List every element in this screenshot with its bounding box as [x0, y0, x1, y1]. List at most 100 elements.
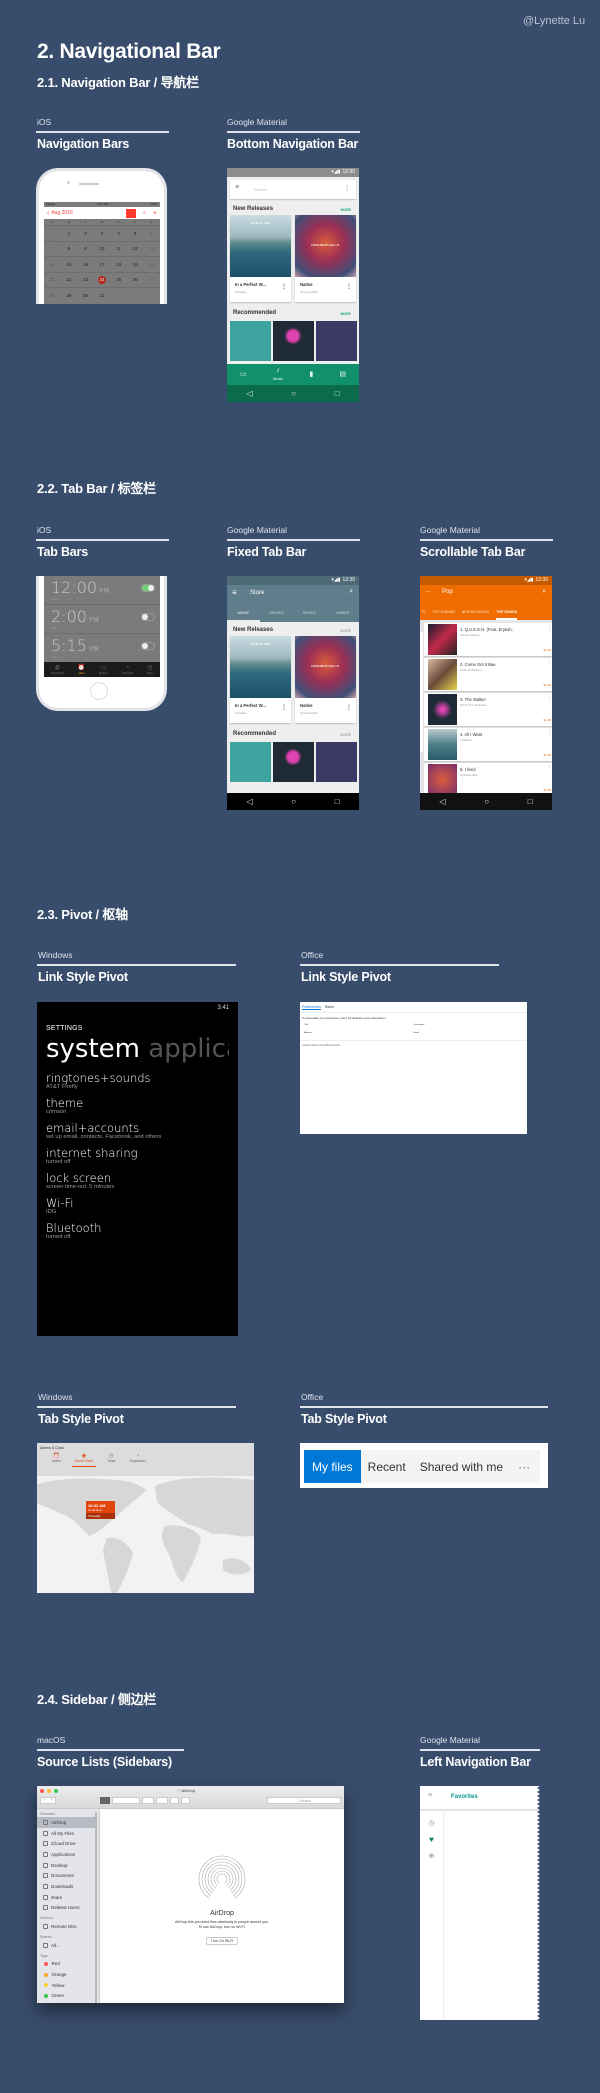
tab-recent[interactable]: Recent: [361, 1450, 413, 1483]
pivot-tab[interactable]: ⏰ Alarm: [49, 1453, 64, 1467]
bottom-nav-item[interactable]: ♪ Music: [273, 367, 283, 382]
sidebar-item[interactable]: All My Files: [37, 1828, 99, 1839]
inbox-icon[interactable]: [126, 208, 137, 218]
tab-my-files[interactable]: My files: [304, 1450, 361, 1483]
more-link[interactable]: MORE: [341, 733, 352, 737]
sidebar-scrollbar[interactable]: [95, 1812, 97, 2003]
alarm-toggle[interactable]: [141, 584, 155, 592]
calendar-day[interactable]: 6: [143, 231, 160, 236]
recents-icon[interactable]: □: [528, 797, 533, 806]
icon-view-button[interactable]: [100, 1797, 110, 1804]
overflow-menu-icon[interactable]: ⋮: [281, 283, 287, 290]
turn-on-wifi-button[interactable]: Turn On Wi-Fi: [205, 1937, 239, 1945]
calendar-day[interactable]: 27: [143, 277, 160, 282]
calendar-day[interactable]: 12: [127, 246, 144, 251]
calendar-day[interactable]: 14: [44, 262, 61, 267]
tab-movies[interactable]: MOVIES: [260, 607, 293, 622]
home-icon[interactable]: ○: [291, 389, 296, 398]
history-icon[interactable]: ◷: [420, 1819, 443, 1827]
pivot-item-active[interactable]: system: [46, 1034, 140, 1064]
home-button[interactable]: [90, 682, 108, 700]
overflow-menu-icon[interactable]: ⋮: [547, 765, 552, 771]
tab-games[interactable]: GAMES: [326, 607, 359, 622]
search-icon[interactable]: ⌕: [349, 588, 353, 596]
sidebar-item[interactable]: Deleted Users: [37, 1903, 99, 1914]
recents-icon[interactable]: □: [335, 797, 340, 806]
pivot-link-roles[interactable]: Roles: [325, 1005, 334, 1009]
calendar-day[interactable]: 26: [127, 277, 144, 282]
calendar-day[interactable]: 18: [110, 262, 127, 267]
pivot-tab[interactable]: ◉ World Clock: [71, 1453, 97, 1467]
calendar-day[interactable]: 23: [77, 277, 94, 282]
sidebar-item[interactable]: Green: [37, 1991, 99, 2002]
alarm-toggle[interactable]: [141, 642, 155, 650]
sidebar-item[interactable]: Downloads: [37, 1881, 99, 1892]
add-icon[interactable]: +: [153, 210, 157, 217]
search-icon[interactable]: ⌕: [143, 210, 146, 216]
tab-bar-item[interactable]: ◷ Timer: [147, 665, 153, 675]
overflow-menu-icon[interactable]: ⋮: [547, 625, 552, 631]
calendar-day[interactable]: 19: [127, 262, 144, 267]
arrange-button[interactable]: [142, 1797, 154, 1804]
sidebar-item[interactable]: Desktop: [37, 1860, 99, 1871]
bottom-nav-item[interactable]: ▤: [339, 371, 346, 378]
more-link[interactable]: MORE: [341, 629, 352, 633]
sidebar-item[interactable]: Yellow: [37, 1980, 99, 1991]
song-list-item[interactable]: 4. All I Want Kodaline $1.29 ⋮: [424, 728, 552, 761]
settings-item[interactable]: lock screen screen time-out: 5 minutes: [46, 1172, 229, 1191]
back-chevron-icon[interactable]: ‹: [47, 210, 49, 217]
calendar-day[interactable]: 16: [77, 262, 94, 267]
back-icon[interactable]: ◁: [246, 797, 252, 806]
zoom-button[interactable]: [54, 1789, 58, 1793]
song-list-item[interactable]: 5. I lived OneRepublic $1.29 ⋮: [424, 763, 552, 796]
recommended-album-cover[interactable]: [230, 742, 271, 782]
overflow-menu-icon[interactable]: ⋮: [346, 283, 352, 290]
album-card[interactable]: KODALINE In a Perfect W... Kodaline ⋮: [230, 636, 291, 723]
settings-item[interactable]: theme crimson: [46, 1097, 229, 1116]
search-icon[interactable]: ⌕: [542, 588, 546, 596]
close-button[interactable]: [40, 1789, 44, 1793]
home-icon[interactable]: ○: [484, 797, 489, 806]
home-icon[interactable]: ○: [291, 797, 296, 806]
calendar-day[interactable]: 28: [44, 293, 61, 298]
calendar-day[interactable]: 5: [127, 231, 144, 236]
calendar-day[interactable]: 1: [61, 231, 78, 236]
tab-bar-item[interactable]: ⏰ Alarm: [78, 665, 85, 675]
sidebar-item[interactable]: Remote Disc: [37, 1921, 99, 1932]
tab-item[interactable]: TS: [421, 606, 425, 620]
sidebar-item[interactable]: Documents: [37, 1870, 99, 1881]
sidebar-item[interactable]: share: [37, 1892, 99, 1903]
back-forward-buttons[interactable]: ‹ ›: [40, 1797, 56, 1804]
share-icon[interactable]: [170, 1797, 179, 1804]
overflow-menu-icon[interactable]: ⋮: [547, 660, 552, 666]
tag-icon[interactable]: [181, 1797, 190, 1804]
calendar-day[interactable]: 13: [143, 246, 160, 251]
calendar-day[interactable]: 29: [61, 293, 78, 298]
sidebar-item[interactable]: AirDrop: [37, 1817, 95, 1828]
alarm-toggle[interactable]: [141, 613, 155, 621]
sidebar-item[interactable]: Orange: [37, 1969, 99, 1980]
tab-item[interactable]: NEW RELEASES: [462, 606, 490, 620]
album-card[interactable]: KODALINE In a Perfect W... Kodaline ⋮: [230, 215, 291, 302]
settings-item[interactable]: Bluetooth turned off: [46, 1222, 229, 1241]
calendar-day[interactable]: 20: [143, 262, 160, 267]
pivot-tab[interactable]: ◔ Stopwatch: [127, 1453, 149, 1467]
overflow-more-icon[interactable]: ···: [510, 1450, 538, 1483]
calendar-day[interactable]: 8: [61, 246, 78, 251]
gear-icon[interactable]: [156, 1797, 168, 1804]
view-mode-buttons[interactable]: [112, 1797, 140, 1804]
download-icon[interactable]: ⊕: [420, 1852, 443, 1860]
more-link[interactable]: MORE: [341, 208, 352, 212]
calendar-day[interactable]: 15: [61, 262, 78, 267]
tab-item[interactable]: TOP SONGS: [496, 606, 518, 620]
calendar-day[interactable]: 24: [94, 275, 111, 284]
calendar-day[interactable]: 21: [44, 277, 61, 282]
settings-item[interactable]: email+accounts set up email, contacts, Fa…: [46, 1122, 229, 1141]
calendar-day[interactable]: 4: [110, 231, 127, 236]
hamburger-menu-icon[interactable]: ≡: [232, 588, 237, 597]
hamburger-menu-icon[interactable]: ≡: [235, 184, 239, 191]
sidebar-item[interactable]: Blue: [37, 2001, 99, 2003]
calendar-day[interactable]: 3: [94, 231, 111, 236]
overflow-menu-icon[interactable]: ⋮: [547, 730, 552, 736]
calendar-day[interactable]: 7: [44, 246, 61, 251]
